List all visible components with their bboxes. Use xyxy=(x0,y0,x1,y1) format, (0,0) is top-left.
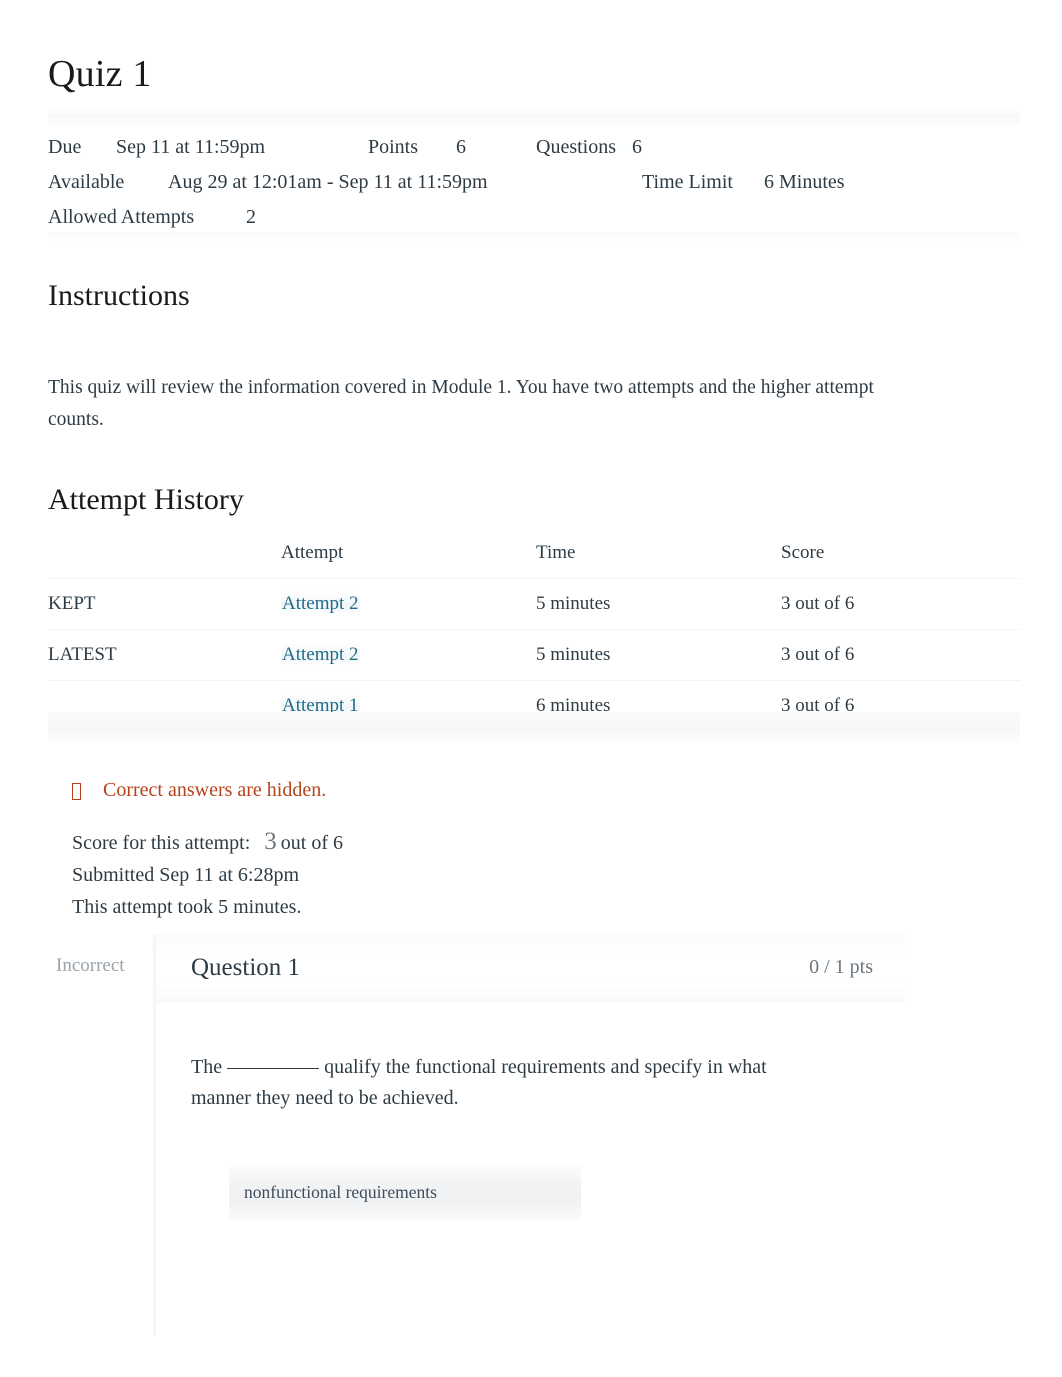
column-header-time: Time xyxy=(536,542,576,563)
question-body: The qualify the functional requirements … xyxy=(156,1002,905,1220)
score-for-attempt-label: Score for this attempt: xyxy=(72,832,251,854)
row-label: KEPT xyxy=(48,578,281,630)
row-score: 3 out of 6 xyxy=(781,578,1020,630)
row-attempt-cell: Attempt 2 xyxy=(281,578,536,630)
attempt-link[interactable]: Attempt 2 xyxy=(281,642,360,667)
attempt-link[interactable]: Attempt 2 xyxy=(281,591,360,616)
time-limit-label: Time Limit xyxy=(642,171,733,193)
table-row: LATEST Attempt 2 5 minutes 3 out of 6 xyxy=(48,629,1020,681)
submitted-line: Submitted Sep 11 at 6:28pm xyxy=(72,864,300,886)
meta-divider xyxy=(48,232,1020,242)
questions-value: 6 xyxy=(632,136,642,158)
quiz-meta-row-1: Due Sep 11 at 11:59pm Points 6 Questions 6 xyxy=(48,130,1020,165)
table-header-row: Attempt Time Score xyxy=(48,538,1020,579)
row-label: LATEST xyxy=(48,629,281,681)
row-time: 5 minutes xyxy=(536,578,781,630)
instructions-heading: Instructions xyxy=(48,279,190,312)
question-header: Question 1 0 / 1 pts xyxy=(156,934,905,1002)
points-value: 6 xyxy=(456,136,466,158)
selected-answer-option[interactable]: nonfunctional requirements xyxy=(229,1164,581,1220)
row-time: 5 minutes xyxy=(536,629,781,681)
question-text-after-blank: qualify the functional requirements and … xyxy=(191,1056,767,1109)
table-footer-band xyxy=(48,712,1020,744)
column-header-score: Score xyxy=(781,542,825,563)
quiz-results-page: Quiz 1 Due Sep 11 at 11:59pm Points 6 Questi… xyxy=(0,0,1062,1377)
duration-line: This attempt took 5 minutes. xyxy=(72,896,302,918)
column-header-label xyxy=(48,538,281,579)
attempt-history-heading: Attempt History xyxy=(48,483,244,516)
missing-glyph-icon xyxy=(72,782,81,800)
due-value: Sep 11 at 11:59pm xyxy=(116,136,266,158)
question-name: Question 1 xyxy=(191,953,301,981)
score-value: 3 xyxy=(264,828,277,855)
time-limit-value: 6 Minutes xyxy=(764,171,845,193)
attempt-history-table: Attempt Time Score KEPT Attempt 2 5 minu… xyxy=(48,538,1020,732)
question-text-before-blank: The xyxy=(191,1056,223,1078)
selected-answer-text: nonfunctional requirements xyxy=(244,1181,437,1202)
hidden-answers-notice-text: Correct answers are hidden. xyxy=(103,779,327,801)
attempt-summary: Score for this attempt: 3 out of 6 Submitt… xyxy=(72,826,343,923)
questions-label: Questions xyxy=(536,136,616,158)
quiz-meta-row-2: Available Aug 29 at 12:01am - Sep 11 at 1… xyxy=(48,165,1020,200)
available-value: Aug 29 at 12:01am - Sep 11 at 11:59pm xyxy=(168,171,488,193)
hidden-answers-notice: Correct answers are hidden. xyxy=(72,775,326,805)
question-status-badge: Incorrect xyxy=(56,955,125,976)
due-label: Due xyxy=(48,136,82,158)
allowed-attempts-value: 2 xyxy=(246,206,256,228)
available-label: Available xyxy=(48,171,125,193)
row-score: 3 out of 6 xyxy=(781,629,1020,681)
column-header-attempt: Attempt xyxy=(281,542,344,563)
instructions-body: This quiz will review the information co… xyxy=(48,376,874,430)
question-points: 0 / 1 pts xyxy=(809,956,873,978)
question-text: The qualify the functional requirements … xyxy=(191,1052,816,1114)
blank-underline xyxy=(227,1068,320,1069)
page-title: Quiz 1 xyxy=(48,53,152,95)
title-divider xyxy=(48,108,1020,126)
allowed-attempts-label: Allowed Attempts xyxy=(48,206,195,228)
score-suffix: out of 6 xyxy=(280,832,344,854)
score-for-attempt-line: Score for this attempt: 3 out of 6 xyxy=(72,826,343,859)
points-label: Points xyxy=(368,136,419,158)
quiz-meta-list: Due Sep 11 at 11:59pm Points 6 Questions 6 Av… xyxy=(48,130,1020,235)
row-attempt-cell: Attempt 2 xyxy=(281,629,536,681)
attempt-history-table-body: KEPT Attempt 2 5 minutes 3 out of 6 LATE… xyxy=(48,578,1020,732)
quiz-meta-row-3: Allowed Attempts 2 xyxy=(48,200,1020,235)
attempt-history-table-head: Attempt Time Score xyxy=(48,538,1020,579)
question-container: Question 1 0 / 1 pts The qualify the fun… xyxy=(153,934,905,1336)
table-row: KEPT Attempt 2 5 minutes 3 out of 6 xyxy=(48,578,1020,630)
